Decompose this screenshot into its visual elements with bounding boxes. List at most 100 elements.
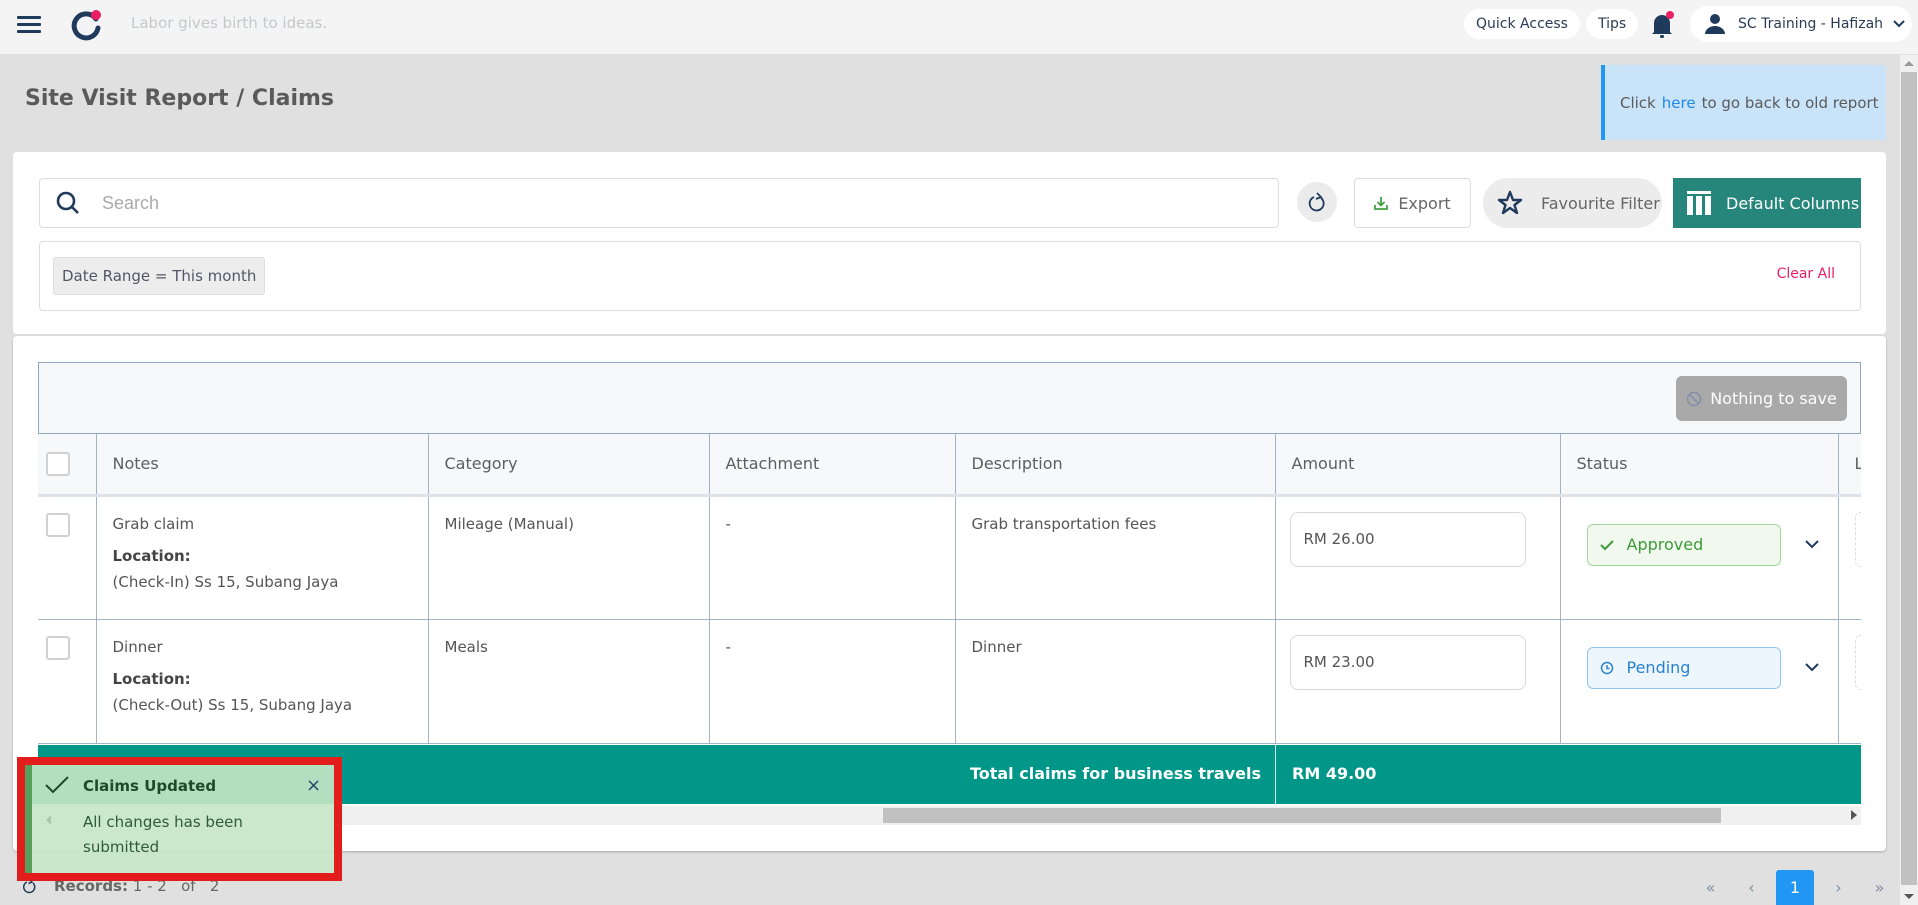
user-avatar-icon [1705, 14, 1725, 34]
old-report-link[interactable]: here [1662, 94, 1696, 112]
extra-input[interactable] [1854, 511, 1861, 567]
table-header-row: Notes Category Attachment Description Am… [38, 434, 1861, 497]
old-report-suffix: to go back to old report [1701, 93, 1879, 112]
app-logo[interactable] [70, 8, 104, 42]
next-page-button[interactable]: › [1818, 870, 1859, 905]
menu-icon[interactable] [17, 16, 41, 36]
total-value: RM 49.00 [1292, 764, 1377, 783]
horizontal-scroll-thumb[interactable] [883, 808, 1721, 823]
location-value: (Check-Out) Ss 15, Subang Jaya [112, 695, 353, 714]
first-page-button[interactable]: « [1690, 870, 1731, 905]
star-icon [1497, 190, 1523, 215]
old-report-banner: Click here to go back to old report [1601, 65, 1886, 140]
favourite-filter-button[interactable]: Favourite Filter [1483, 178, 1662, 228]
column-header-more[interactable]: L [1838, 434, 1861, 497]
column-header-notes[interactable]: Notes [96, 434, 429, 497]
row-select-cell [38, 619, 97, 744]
columns-icon [1687, 191, 1711, 215]
export-button[interactable]: Export [1354, 178, 1471, 228]
amount-input[interactable]: RM 23.00 [1289, 634, 1526, 690]
chevron-down-icon [1893, 20, 1905, 28]
page-title: Site Visit Report / Claims [25, 86, 335, 111]
note-text: Dinner [112, 637, 163, 656]
note-text: Grab claim [112, 514, 195, 533]
status-label: Pending [1626, 658, 1691, 677]
column-header-amount[interactable]: Amount [1275, 434, 1561, 497]
category-cell: Mileage (Manual) [428, 495, 710, 620]
active-filters: Date Range = This month Clear All [39, 241, 1861, 311]
export-label: Export [1398, 193, 1451, 213]
default-columns-label: Default Columns [1726, 193, 1860, 213]
total-label: Total claims for business travels [969, 764, 1261, 783]
attachment-cell: - [709, 495, 956, 620]
location-label: Location: [112, 669, 191, 688]
status-cell: Approved [1560, 495, 1839, 620]
refresh-button[interactable] [1297, 182, 1337, 222]
status-badge-approved[interactable]: Approved [1586, 523, 1781, 566]
quick-access-button[interactable]: Quick Access [1464, 9, 1580, 39]
clock-icon [1600, 661, 1613, 674]
page-1-button[interactable]: 1 [1776, 870, 1814, 905]
extra-cell [1838, 495, 1861, 620]
row-checkbox[interactable] [46, 512, 70, 537]
location-value: (Check-In) Ss 15, Subang Jaya [112, 572, 339, 591]
select-all-cell [38, 434, 97, 497]
amount-input[interactable]: RM 26.00 [1289, 511, 1526, 567]
location-label: Location: [112, 546, 191, 565]
extra-input[interactable] [1854, 634, 1861, 690]
search-input[interactable] [102, 192, 1202, 214]
download-icon [1374, 197, 1389, 210]
check-icon [1599, 539, 1614, 550]
status-cell: Pending [1560, 619, 1839, 744]
search-icon [56, 191, 79, 214]
tips-button[interactable]: Tips [1586, 9, 1639, 39]
column-header-attachment[interactable]: Attachment [709, 434, 956, 497]
amount-cell: RM 26.00 [1275, 495, 1561, 620]
notes-cell: Grab claim Location: (Check-In) Ss 15, S… [96, 495, 429, 620]
claims-table: Notes Category Attachment Description Am… [38, 434, 1861, 744]
amount-cell: RM 23.00 [1275, 619, 1561, 744]
select-all-checkbox[interactable] [46, 451, 70, 476]
status-badge-pending[interactable]: Pending [1586, 646, 1781, 689]
filter-chip[interactable]: Date Range = This month [53, 257, 266, 295]
column-header-category[interactable]: Category [428, 434, 710, 497]
status-label: Approved [1626, 535, 1704, 554]
refresh-icon [1308, 192, 1325, 212]
description-cell: Grab transportation fees [955, 495, 1276, 620]
scroll-right-arrow-icon[interactable] [1851, 810, 1857, 820]
prev-page-button[interactable]: ‹ [1731, 870, 1772, 905]
vertical-scroll-thumb[interactable] [1901, 72, 1917, 885]
search-box[interactable] [39, 178, 1279, 228]
user-menu[interactable]: SC Training - Hafizah [1690, 6, 1912, 42]
column-header-description[interactable]: Description [955, 434, 1276, 497]
tagline: Labor gives birth to ideas. [131, 14, 328, 32]
category-cell: Meals [428, 619, 710, 744]
table-row: Dinner Location: (Check-Out) Ss 15, Suba… [38, 619, 1861, 744]
status-dropdown-chevron-icon[interactable] [1804, 540, 1819, 549]
nothing-to-save-button[interactable]: Nothing to save [1676, 376, 1847, 421]
pagination: « ‹ 1 › » [1690, 870, 1900, 905]
default-columns-button[interactable]: Default Columns [1673, 178, 1861, 228]
scroll-down-arrow-icon[interactable] [1904, 894, 1914, 899]
notification-bell-icon[interactable] [1648, 10, 1676, 40]
row-select-cell [38, 495, 97, 620]
column-header-status[interactable]: Status [1560, 434, 1839, 497]
attachment-cell: - [709, 619, 956, 744]
vertical-scrollbar[interactable] [1900, 55, 1918, 905]
notes-cell: Dinner Location: (Check-Out) Ss 15, Suba… [96, 619, 429, 744]
top-navbar: Labor gives birth to ideas. Quick Access… [0, 0, 1918, 54]
favourite-filter-label: Favourite Filter [1541, 193, 1660, 213]
toast-highlight-frame [17, 757, 342, 881]
status-dropdown-chevron-icon[interactable] [1804, 663, 1819, 672]
old-report-prefix: Click [1620, 93, 1656, 112]
total-separator [1275, 745, 1276, 804]
clear-all-link[interactable]: Clear All [1777, 266, 1835, 282]
row-checkbox[interactable] [46, 635, 70, 660]
last-page-button[interactable]: » [1859, 870, 1900, 905]
table-row: Grab claim Location: (Check-In) Ss 15, S… [38, 495, 1861, 620]
ban-icon [1686, 391, 1702, 406]
extra-cell [1838, 619, 1861, 744]
user-name: SC Training - Hafizah [1738, 16, 1884, 32]
save-toolbar: Nothing to save [38, 362, 1861, 434]
scroll-up-arrow-icon[interactable] [1904, 61, 1914, 66]
